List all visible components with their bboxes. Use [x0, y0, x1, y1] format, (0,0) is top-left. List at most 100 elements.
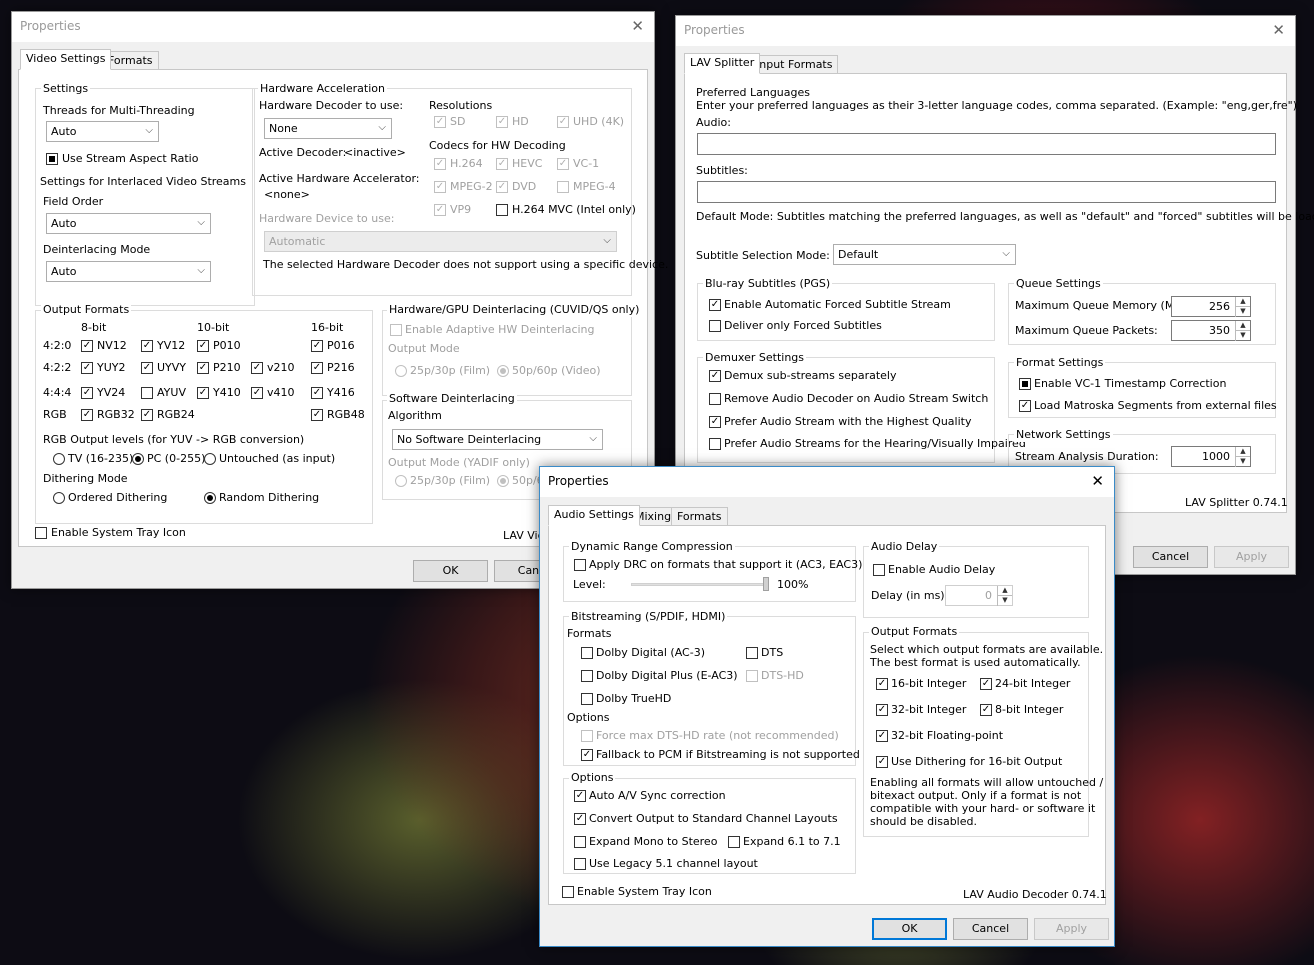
- 8bit-integer-checkbox[interactable]: ✓: [980, 704, 992, 716]
- dts-checkbox[interactable]: [746, 647, 758, 659]
- random-dithering-radio[interactable]: [204, 492, 216, 504]
- enable-audio-delay-checkbox[interactable]: [873, 564, 885, 576]
- tab-input-formats[interactable]: Input Formats: [750, 55, 839, 74]
- forced-subtitle-stream-checkbox[interactable]: ✓: [709, 299, 721, 311]
- 32bit-integer-checkbox[interactable]: ✓: [876, 704, 888, 716]
- hd-checkbox[interactable]: ✓: [496, 116, 508, 128]
- ayuv-checkbox[interactable]: [141, 387, 153, 399]
- subtitle-languages-input[interactable]: [697, 181, 1276, 203]
- dvd-checkbox[interactable]: ✓: [496, 181, 508, 193]
- fallback-pcm-checkbox[interactable]: ✓: [581, 749, 593, 761]
- delay-spinner[interactable]: 0 ▲ ▼: [945, 585, 1013, 606]
- uyvy-checkbox[interactable]: ✓: [141, 362, 153, 374]
- close-icon[interactable]: ✕: [1091, 472, 1104, 490]
- 16bit-integer-checkbox[interactable]: ✓: [876, 678, 888, 690]
- up-arrow-icon[interactable]: ▲: [997, 586, 1012, 596]
- slider-handle[interactable]: [763, 577, 769, 591]
- tv-range-radio[interactable]: [53, 453, 65, 465]
- ok-button[interactable]: OK: [413, 560, 488, 582]
- nv12-checkbox[interactable]: ✓: [81, 340, 93, 352]
- queue-memory-spinner[interactable]: 256 ▲ ▼: [1171, 296, 1251, 317]
- audio-languages-input[interactable]: [697, 133, 1276, 155]
- up-arrow-icon[interactable]: ▲: [1235, 447, 1250, 457]
- rgb48-checkbox[interactable]: ✓: [311, 409, 323, 421]
- sw-film-radio[interactable]: [395, 475, 407, 487]
- up-arrow-icon[interactable]: ▲: [1235, 297, 1250, 307]
- down-arrow-icon[interactable]: ▼: [997, 596, 1012, 606]
- tab-lav-splitter[interactable]: LAV Splitter: [684, 53, 761, 74]
- matroska-segments-checkbox[interactable]: ✓: [1019, 400, 1031, 412]
- drc-level-slider[interactable]: [631, 583, 769, 586]
- rgb24-checkbox[interactable]: ✓: [141, 409, 153, 421]
- adaptive-hw-deint-checkbox[interactable]: [390, 324, 402, 336]
- vc1-timestamp-checkbox[interactable]: [1019, 378, 1031, 390]
- hw-film-radio[interactable]: [395, 365, 407, 377]
- p210-checkbox[interactable]: ✓: [197, 362, 209, 374]
- yv24-checkbox[interactable]: ✓: [81, 387, 93, 399]
- expand-mono-checkbox[interactable]: [574, 836, 586, 848]
- mpeg2-checkbox[interactable]: ✓: [434, 181, 446, 193]
- apply-button[interactable]: Apply: [1214, 546, 1289, 568]
- v210-checkbox[interactable]: ✓: [251, 362, 263, 374]
- dolby-digital-plus-checkbox[interactable]: [581, 670, 593, 682]
- dolby-digital-checkbox[interactable]: [581, 647, 593, 659]
- dts-hd-checkbox[interactable]: [746, 670, 758, 682]
- down-arrow-icon[interactable]: ▼: [1235, 331, 1250, 341]
- close-icon[interactable]: ✕: [631, 17, 644, 35]
- title-bar[interactable]: Properties ✕: [12, 12, 654, 42]
- y410-checkbox[interactable]: ✓: [197, 387, 209, 399]
- mpeg4-checkbox[interactable]: [557, 181, 569, 193]
- demux-substreams-checkbox[interactable]: ✓: [709, 370, 721, 382]
- stream-aspect-checkbox[interactable]: [46, 153, 58, 165]
- deinterlacing-mode-select[interactable]: Auto ⌵: [46, 261, 211, 282]
- hw-device-select[interactable]: Automatic ⌵: [264, 231, 617, 252]
- prefer-highest-quality-checkbox[interactable]: ✓: [709, 416, 721, 428]
- tab-formats[interactable]: Formats: [671, 507, 728, 526]
- sd-checkbox[interactable]: ✓: [434, 116, 446, 128]
- untouched-range-radio[interactable]: [204, 453, 216, 465]
- apply-button[interactable]: Apply: [1034, 918, 1109, 940]
- pc-range-radio[interactable]: [132, 453, 144, 465]
- v410-checkbox[interactable]: ✓: [251, 387, 263, 399]
- hw-video-radio[interactable]: [497, 365, 509, 377]
- title-bar[interactable]: Properties ✕: [540, 467, 1114, 497]
- yv12-checkbox[interactable]: ✓: [141, 340, 153, 352]
- tab-video-settings[interactable]: Video Settings: [20, 49, 112, 70]
- ok-button[interactable]: OK: [872, 918, 947, 940]
- p216-checkbox[interactable]: ✓: [311, 362, 323, 374]
- cancel-button[interactable]: Cancel: [953, 918, 1028, 940]
- h264-checkbox[interactable]: ✓: [434, 158, 446, 170]
- p010-checkbox[interactable]: ✓: [197, 340, 209, 352]
- apply-drc-checkbox[interactable]: [574, 559, 586, 571]
- tab-audio-settings[interactable]: Audio Settings: [548, 505, 640, 526]
- sw-video-radio[interactable]: [497, 475, 509, 487]
- convert-channel-layouts-checkbox[interactable]: ✓: [574, 813, 586, 825]
- vp9-checkbox[interactable]: ✓: [434, 204, 446, 216]
- cancel-button[interactable]: Cancel: [1133, 546, 1208, 568]
- p016-checkbox[interactable]: ✓: [311, 340, 323, 352]
- uhd-checkbox[interactable]: ✓: [557, 116, 569, 128]
- h264-mvc-checkbox[interactable]: [496, 204, 508, 216]
- 24bit-integer-checkbox[interactable]: ✓: [980, 678, 992, 690]
- stream-analysis-spinner[interactable]: 1000 ▲ ▼: [1171, 446, 1251, 467]
- hevc-checkbox[interactable]: ✓: [496, 158, 508, 170]
- down-arrow-icon[interactable]: ▼: [1235, 457, 1250, 467]
- dithering-16bit-checkbox[interactable]: ✓: [876, 756, 888, 768]
- remove-audio-decoder-checkbox[interactable]: [709, 393, 721, 405]
- down-arrow-icon[interactable]: ▼: [1235, 307, 1250, 317]
- expand-61-checkbox[interactable]: [728, 836, 740, 848]
- 32bit-float-checkbox[interactable]: ✓: [876, 730, 888, 742]
- y416-checkbox[interactable]: ✓: [311, 387, 323, 399]
- only-forced-subtitles-checkbox[interactable]: [709, 320, 721, 332]
- force-dts-hd-rate-checkbox[interactable]: [581, 730, 593, 742]
- dolby-truehd-checkbox[interactable]: [581, 693, 593, 705]
- system-tray-checkbox[interactable]: [562, 886, 574, 898]
- ordered-dithering-radio[interactable]: [53, 492, 65, 504]
- yuy2-checkbox[interactable]: ✓: [81, 362, 93, 374]
- field-order-select[interactable]: Auto ⌵: [46, 213, 211, 234]
- legacy-51-checkbox[interactable]: [574, 858, 586, 870]
- queue-packets-spinner[interactable]: 350 ▲ ▼: [1171, 320, 1251, 341]
- system-tray-checkbox[interactable]: [35, 527, 47, 539]
- up-arrow-icon[interactable]: ▲: [1235, 321, 1250, 331]
- algorithm-select[interactable]: No Software Deinterlacing ⌵: [392, 429, 603, 450]
